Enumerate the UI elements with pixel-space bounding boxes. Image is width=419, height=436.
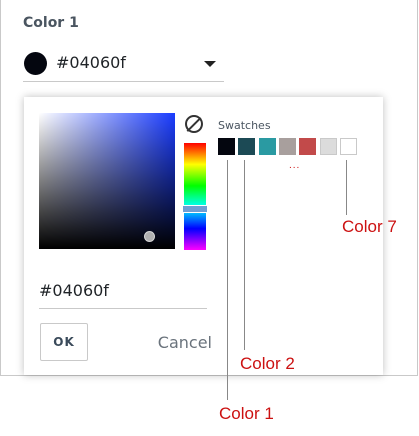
swatch-3[interactable] [258, 138, 276, 155]
selected-color-value: #04060f [56, 53, 126, 72]
form-panel: Color 1 #04060f Swatches ... OK Cancel [0, 0, 418, 376]
hex-input[interactable] [39, 272, 207, 309]
swatch-2[interactable] [238, 138, 256, 155]
hue-slider-thumb[interactable] [182, 205, 208, 213]
callout-color-7: Color 7 [342, 217, 397, 236]
callout-color-1: Color 1 [219, 404, 274, 423]
callout-line-color-7 [346, 160, 347, 215]
saturation-value-area[interactable] [39, 113, 175, 249]
ok-button[interactable]: OK [40, 323, 88, 361]
hue-slider[interactable] [182, 143, 208, 250]
callout-line-color-2 [244, 160, 245, 350]
saturation-value-thumb[interactable] [144, 231, 155, 242]
callout-line-color-1 [227, 160, 228, 400]
chevron-down-icon[interactable] [204, 61, 216, 67]
no-color-icon[interactable] [185, 115, 203, 133]
cancel-button[interactable]: Cancel [152, 323, 212, 361]
color-picker-popover: Swatches ... OK Cancel [24, 97, 383, 375]
callout-color-2: Color 2 [240, 354, 295, 373]
swatch-7[interactable] [339, 138, 357, 155]
swatch-4[interactable] [278, 138, 296, 155]
color-select[interactable]: #04060f [23, 48, 224, 82]
swatch-6[interactable] [319, 138, 337, 155]
swatch-1[interactable] [218, 138, 235, 155]
field-label: Color 1 [23, 15, 79, 31]
more-swatches-indicator: ... [289, 160, 301, 171]
swatches-title: Swatches [218, 119, 271, 132]
selected-color-dot [24, 52, 47, 75]
swatch-5[interactable] [299, 138, 317, 155]
